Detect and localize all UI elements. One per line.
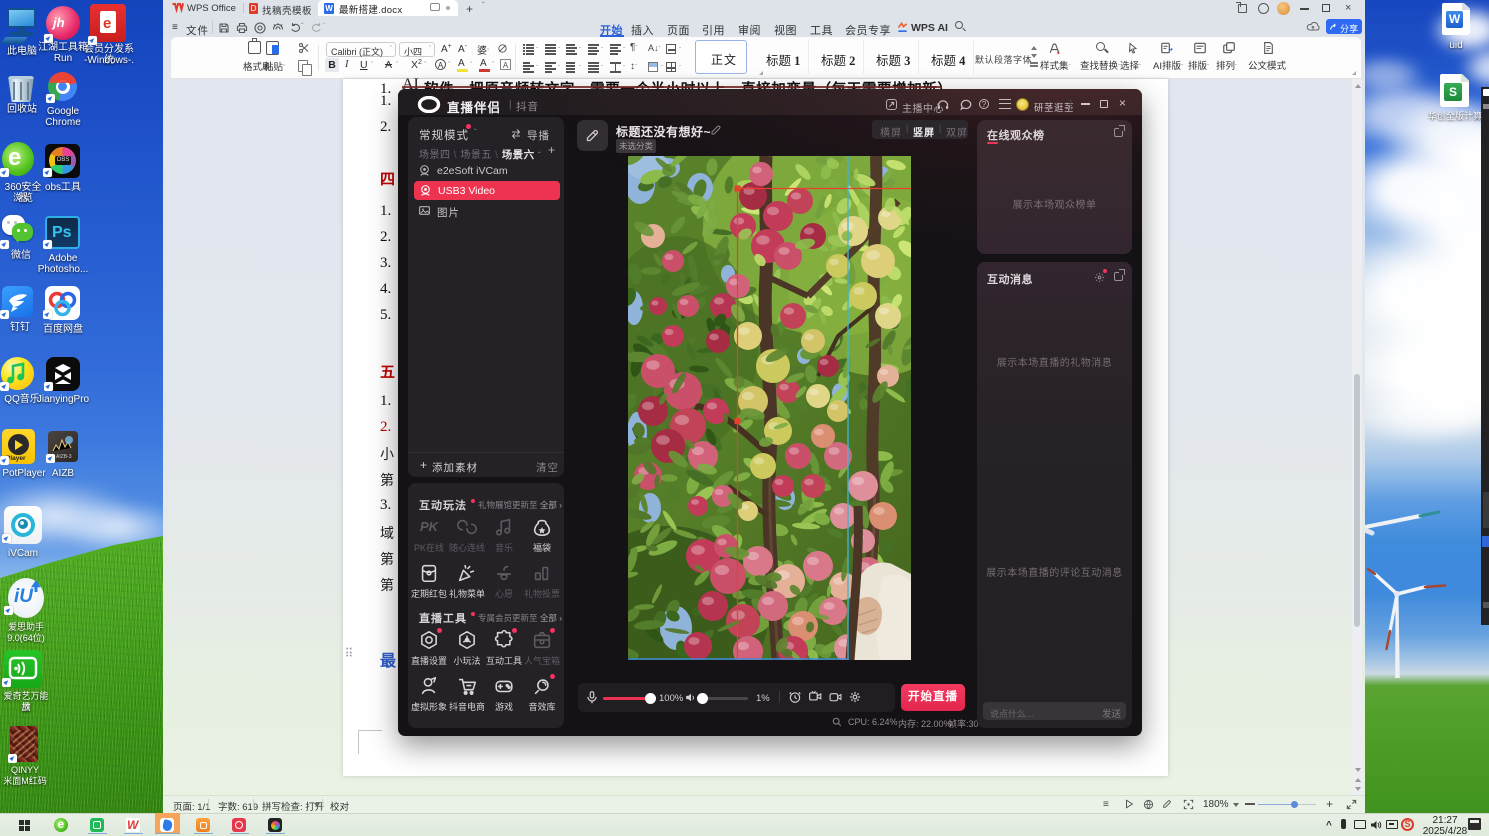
svg-text:AIZB-3: AIZB-3	[56, 454, 72, 460]
